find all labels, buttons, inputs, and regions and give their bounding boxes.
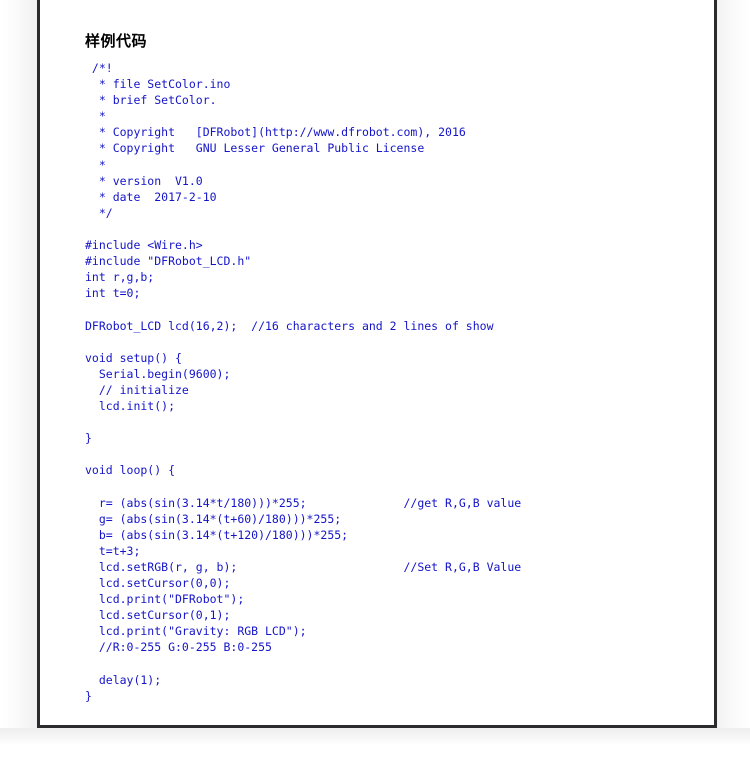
page-left-shadow — [0, 0, 38, 732]
document-card: 样例代码 /*! * file SetColor.ino * brief Set… — [37, 0, 717, 728]
page-right-shadow — [714, 0, 750, 734]
code-sample-block: /*! * file SetColor.ino * brief SetColor… — [85, 61, 522, 703]
document-content: 样例代码 /*! * file SetColor.ino * brief Set… — [40, 0, 714, 725]
page-title: 样例代码 — [85, 32, 148, 51]
page-bottom-shadow — [0, 728, 750, 746]
